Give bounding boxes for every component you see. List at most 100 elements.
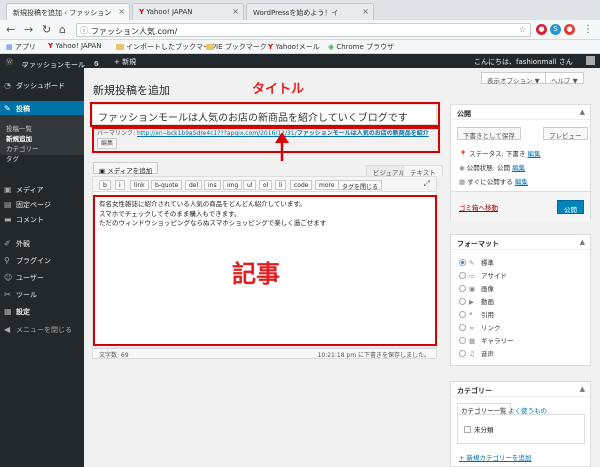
annotation-title-box xyxy=(90,102,440,127)
radio[interactable] xyxy=(459,337,466,344)
browser-tab-yahoo[interactable]: Y Yahoo! JAPAN × xyxy=(132,3,244,20)
add-new-category-link[interactable]: + 新規カテゴリーを追加 xyxy=(459,452,532,462)
bookmark-chrome[interactable]: ◉ Chrome ブラウザ xyxy=(328,42,394,52)
bookmark-imported[interactable]: インポートしたブックマーク xyxy=(116,42,217,52)
chevron-up-icon[interactable]: ▲ xyxy=(580,108,585,116)
submenu-all-posts[interactable]: 投稿一覧 xyxy=(6,123,32,133)
extension-icon[interactable]: ● xyxy=(564,24,575,35)
close-icon[interactable]: × xyxy=(362,7,369,16)
format-option-link[interactable]: ∞ リンク xyxy=(459,322,501,332)
quicktag-img[interactable]: img xyxy=(223,180,243,190)
quicktag-b[interactable]: b xyxy=(99,180,111,190)
format-option-quote[interactable]: ❝ 引用 xyxy=(459,309,494,319)
format-option-gallery[interactable]: ▦ ギャラリー xyxy=(459,335,514,345)
browser-tab-wordpress[interactable]: WordPressを始めよう！イ × xyxy=(246,3,374,20)
checkbox[interactable] xyxy=(464,426,471,433)
category-box-heading[interactable]: カテゴリー ▲ xyxy=(451,382,590,397)
sidebar-item-pages[interactable]: ▤ 固定ページ xyxy=(0,197,84,211)
format-option-image[interactable]: ▣ 画像 xyxy=(459,283,494,293)
chevron-up-icon[interactable]: ▲ xyxy=(580,385,585,393)
quicktag-del[interactable]: del xyxy=(185,180,203,190)
url-input[interactable]: ⓘ ファッション人気.com/ ☆ xyxy=(76,23,531,37)
sidebar-item-settings[interactable]: ▦ 設定 xyxy=(0,304,84,318)
sidebar-item-posts[interactable]: ✎ 投稿 xyxy=(0,101,84,115)
help-button[interactable]: ヘルプ ▼ xyxy=(545,72,584,85)
back-icon[interactable]: ← xyxy=(6,23,15,36)
quicktag-link[interactable]: link xyxy=(130,180,149,190)
format-option-audio[interactable]: ♫ 音声 xyxy=(459,348,494,358)
radio-checked[interactable] xyxy=(459,259,466,266)
user-greeting[interactable]: こんにちは、fashionmall さん xyxy=(474,57,573,67)
close-icon[interactable]: × xyxy=(118,7,125,16)
fullscreen-icon[interactable]: ⤢ xyxy=(424,179,430,189)
sidebar-item-users[interactable]: ☺ ユーザー xyxy=(0,270,84,284)
avatar[interactable] xyxy=(586,56,595,65)
submenu-add-new[interactable]: 新規追加 xyxy=(6,133,32,143)
format-box-heading[interactable]: フォーマット ▲ xyxy=(451,235,590,250)
sidebar-item-media[interactable]: ▣ メディア xyxy=(0,182,84,196)
radio[interactable] xyxy=(459,272,466,279)
screen-options-button[interactable]: 表示オプション ▼ xyxy=(481,72,546,85)
edit-schedule-link[interactable]: 編集 xyxy=(515,178,528,186)
edit-status-link[interactable]: 編集 xyxy=(528,150,541,158)
quicktag-i[interactable]: i xyxy=(115,180,125,190)
extension-icon[interactable]: ● xyxy=(536,24,547,35)
quote-icon: ❝ xyxy=(469,311,473,319)
submenu-tags[interactable]: タグ xyxy=(6,153,19,163)
bookmark-ie[interactable]: IE ブックマーク xyxy=(206,42,267,52)
admin-sidebar: ◔ ダッシュボード ✎ 投稿 投稿一覧 新規追加 カテゴリー タグ ▣ メディア ▤ 固… xyxy=(0,68,84,467)
close-icon[interactable]: × xyxy=(232,7,239,16)
star-icon[interactable]: ☆ xyxy=(519,25,526,34)
quicktag-ol[interactable]: ol xyxy=(259,180,273,190)
quicktag-ins[interactable]: ins xyxy=(204,180,221,190)
quicktag-more[interactable]: more xyxy=(315,180,339,190)
chevron-up-icon[interactable]: ▲ xyxy=(580,238,585,246)
sidebar-item-appearance[interactable]: ✐ 外観 xyxy=(0,236,84,250)
tab-all-categories[interactable]: カテゴリー一覧 xyxy=(457,403,511,415)
sidebar-item-tools[interactable]: ✂ ツール xyxy=(0,287,84,301)
bookmark-apps[interactable]: ▦ アプリ xyxy=(6,42,36,52)
browser-tab-editor[interactable]: 新規投稿を追加 ‹ ファッション × xyxy=(6,3,130,20)
quicktag-close-tags[interactable]: タグを閉じる xyxy=(338,180,383,191)
pin-icon: ✎ xyxy=(469,259,475,267)
home-icon[interactable]: ⌂ xyxy=(59,23,66,36)
format-option-video[interactable]: ▶ 動画 xyxy=(459,296,494,306)
edit-visibility-link[interactable]: 編集 xyxy=(512,164,525,172)
publish-box-heading[interactable]: 公開 ▲ xyxy=(451,105,590,120)
forward-icon[interactable]: → xyxy=(24,23,33,36)
new-content-link[interactable]: + 新規 xyxy=(114,57,136,67)
skype-icon[interactable]: S xyxy=(550,24,561,35)
radio[interactable] xyxy=(459,350,466,357)
sidebar-item-plugins[interactable]: ⚲ プラグイン xyxy=(0,253,84,267)
radio[interactable] xyxy=(459,285,466,292)
info-icon: ⓘ xyxy=(80,26,88,35)
radio[interactable] xyxy=(459,324,466,331)
bookmark-yahoo-mail[interactable]: Y Yahoo!メール xyxy=(268,42,320,52)
format-option-aside[interactable]: ▭ アサイド xyxy=(459,270,507,280)
category-item[interactable]: 未分類 xyxy=(464,424,494,434)
reload-icon[interactable]: ↻ xyxy=(42,23,51,36)
quicktag-ul[interactable]: ul xyxy=(243,180,257,190)
quicktag-li[interactable]: li xyxy=(275,180,287,190)
publish-button[interactable]: 公開 xyxy=(557,200,584,214)
menu-icon[interactable]: ⋮ xyxy=(583,23,593,36)
wordpress-icon[interactable]: Ⓦ xyxy=(6,57,13,67)
quicktag-code[interactable]: code xyxy=(290,180,313,190)
link-icon: ∞ xyxy=(469,324,475,332)
bookmark-yahoo[interactable]: Y Yahoo! JAPAN xyxy=(48,42,101,50)
sidebar-item-dashboard[interactable]: ◔ ダッシュボード xyxy=(0,78,84,92)
format-option-standard[interactable]: ✎ 標準 xyxy=(459,257,494,267)
quicktag-bquote[interactable]: b-quote xyxy=(151,180,183,190)
radio[interactable] xyxy=(459,298,466,305)
preview-button[interactable]: プレビュー xyxy=(543,127,588,140)
save-draft-button[interactable]: 下書きとして保存 xyxy=(457,127,521,140)
sidebar-item-comments[interactable]: ▬ コメント xyxy=(0,212,84,226)
collapse-icon: ◀ xyxy=(4,325,11,334)
trash-link[interactable]: ゴミ箱へ移動 xyxy=(459,202,498,212)
radio[interactable] xyxy=(459,311,466,318)
sidebar-collapse[interactable]: ◀ メニューを閉じる xyxy=(0,322,84,336)
add-media-button[interactable]: ▣ メディアを追加 xyxy=(93,162,159,175)
wrench-icon: ✂ xyxy=(4,290,11,299)
tab-text[interactable]: テキスト xyxy=(403,165,443,177)
submenu-categories[interactable]: カテゴリー xyxy=(6,143,39,153)
